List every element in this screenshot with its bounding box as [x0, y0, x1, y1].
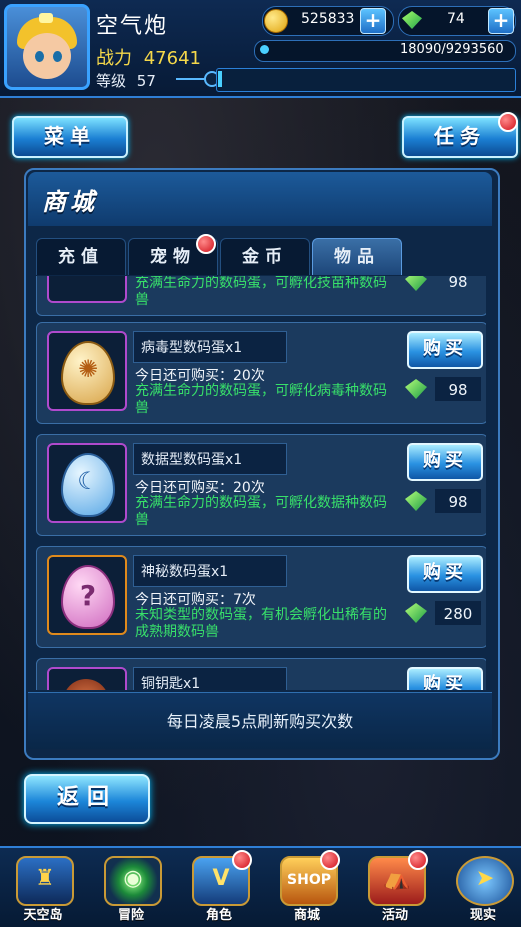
events-notification-badge	[408, 850, 428, 870]
item-description: 充满生命力的数码蛋，可孵化数据种数码兽	[135, 495, 387, 528]
pets-tab-notification-badge	[196, 234, 216, 254]
purchase-limit: 今日还可购买：7次	[135, 592, 256, 608]
purchase-limit: 今日还可购买：20次	[135, 480, 265, 496]
item-icon-frame: ?	[47, 555, 127, 635]
tab-gold[interactable]: 金币	[220, 238, 310, 275]
price-gem-icon	[405, 379, 427, 399]
energy-value: 18090/9293560	[400, 42, 504, 57]
shop-title: 商城	[42, 188, 98, 216]
item-price: 98	[448, 381, 468, 399]
item-price: 98	[448, 276, 468, 291]
shop-tabs: 充值 宠物 金币 物品	[36, 238, 486, 276]
purchase-limit: 今日还可购买：20次	[135, 368, 265, 384]
gold-amount: 525833	[301, 11, 355, 27]
shop-item: 铜钥匙x1 购买	[36, 658, 486, 690]
experience-fill	[218, 71, 222, 87]
level-connector	[176, 78, 206, 80]
gold-coin-icon	[264, 9, 288, 33]
energy-fill	[260, 45, 269, 54]
buy-button[interactable]: 购买	[407, 555, 483, 593]
nav-label: 角色	[205, 908, 232, 923]
nav-reality[interactable]: ➤ 现实	[450, 852, 516, 923]
copper-key-icon	[63, 679, 109, 690]
item-name: 铜钥匙x1	[141, 676, 201, 690]
add-gold-button[interactable]: +	[360, 8, 386, 34]
virus-egg-icon: ✺	[61, 341, 115, 405]
item-icon	[47, 276, 127, 303]
gem-amount: 74	[447, 11, 465, 27]
tab-recharge[interactable]: 充值	[36, 238, 126, 275]
level-label: 等级	[96, 72, 127, 90]
item-name: 神秘数码蛋x1	[141, 564, 229, 580]
item-icon-frame	[47, 667, 127, 690]
item-description: 充满生命力的数码蛋，可孵化病毒种数码兽	[135, 383, 387, 416]
add-gem-button[interactable]: +	[488, 8, 514, 34]
sky-island-icon: ♜	[16, 856, 74, 906]
shop-notification-badge	[320, 850, 340, 870]
refresh-note: 每日凌晨5点刷新购买次数	[166, 712, 354, 731]
nav-label: 天空岛	[23, 908, 63, 923]
data-egg-icon: ☾	[61, 453, 115, 517]
item-price: 280	[443, 605, 473, 623]
back-button[interactable]: 返回	[24, 774, 150, 824]
price-gem-icon	[405, 603, 427, 623]
nav-label: 现实	[469, 908, 496, 923]
nav-label: 活动	[381, 908, 408, 923]
nav-label: 商城	[293, 908, 320, 923]
item-name: 数据型数码蛋x1	[141, 452, 243, 468]
menu-button[interactable]: 菜单	[12, 116, 128, 158]
item-price: 98	[448, 493, 468, 511]
combat-power: 战力 47641	[96, 44, 201, 70]
player-avatar[interactable]	[4, 4, 90, 90]
shop-item: 充满生命力的数码蛋，可孵化技苗种数码兽 98	[36, 276, 486, 316]
reality-icon: ➤	[456, 856, 514, 906]
mystery-egg-icon: ?	[61, 565, 115, 629]
adventure-icon: ◉	[104, 856, 162, 906]
buy-button[interactable]: 购买	[407, 331, 483, 369]
nav-adventure[interactable]: ◉ 冒险	[98, 852, 164, 923]
shop-item: ? 神秘数码蛋x1 今日还可购买：7次 未知类型的数码蛋，有机会孵化出稀有的成熟…	[36, 546, 486, 648]
level-value: 57	[136, 72, 156, 90]
experience-bar	[216, 68, 516, 92]
player-name: 空气炮	[96, 14, 169, 39]
power-value: 47641	[143, 48, 201, 69]
nav-label: 冒险	[117, 908, 144, 923]
buy-button[interactable]: 购买	[407, 443, 483, 481]
item-icon-frame: ☾	[47, 443, 127, 523]
item-name: 病毒型数码蛋x1	[141, 340, 243, 356]
item-icon-frame: ✺	[47, 331, 127, 411]
shop-item: ✺ 病毒型数码蛋x1 今日还可购买：20次 充满生命力的数码蛋，可孵化病毒种数码…	[36, 322, 486, 424]
buy-button[interactable]: 购买	[407, 667, 483, 690]
shop-item: ☾ 数据型数码蛋x1 今日还可购买：20次 充满生命力的数码蛋，可孵化数据种数码…	[36, 434, 486, 536]
tab-items[interactable]: 物品	[312, 238, 402, 275]
price-gem-icon	[405, 276, 427, 291]
item-description: 未知类型的数码蛋，有机会孵化出稀有的成熟期数码兽	[135, 607, 387, 640]
power-label: 战力	[96, 48, 132, 69]
item-description: 充满生命力的数码蛋，可孵化技苗种数码兽	[135, 276, 387, 308]
character-notification-badge	[232, 850, 252, 870]
tasks-notification-badge	[498, 112, 518, 132]
shop-item-list[interactable]: 充满生命力的数码蛋，可孵化技苗种数码兽 98 ✺ 病毒型数码蛋x1 今日还可购买…	[36, 276, 486, 690]
nav-sky-island[interactable]: ♜ 天空岛	[10, 852, 76, 923]
price-gem-icon	[405, 491, 427, 511]
player-level: 等级 57	[96, 70, 156, 91]
bottom-navigation	[0, 846, 521, 927]
